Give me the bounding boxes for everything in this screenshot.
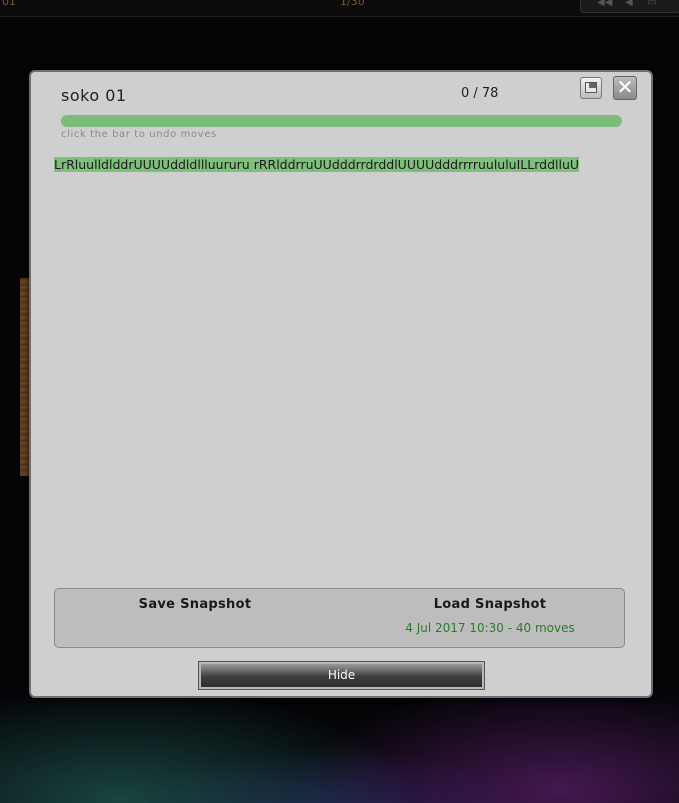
window-icon [585,82,597,93]
top-bar-level-text: 01 [2,0,16,8]
moves-sequence: LrRluulldlddrUUUUddldllluururu rRRlddrru… [54,157,580,172]
top-bar: 01 1/30 ◀◀ ◀ ▭ [0,0,679,17]
close-button[interactable]: ✕ [613,76,637,100]
rewind-icon[interactable]: ◀◀ [597,0,612,8]
close-icon: ✕ [616,75,634,99]
undo-progress-bar[interactable] [61,115,622,127]
screen-icon[interactable]: ▭ [647,0,656,8]
load-snapshot-button[interactable]: Load Snapshot [395,597,585,612]
undo-hint: click the bar to undo moves [61,129,217,140]
save-snapshot-button[interactable]: Save Snapshot [115,597,275,612]
window-button[interactable] [580,77,602,99]
move-counter: 0 / 78 [461,86,499,101]
hide-button[interactable]: Hide [199,662,484,689]
moves-list: LrRluulldlddrUUUUddldllluururu rRRlddrru… [54,157,622,173]
snapshot-panel: Save Snapshot Load Snapshot 4 Jul 2017 1… [54,588,625,648]
back-icon[interactable]: ◀ [625,0,633,8]
top-bar-controls: ◀◀ ◀ ▭ [580,0,679,13]
snapshot-info: 4 Jul 2017 10:30 - 40 moves [405,621,575,635]
moves-dialog: soko 01 0 / 78 ✕ click the bar to undo m… [29,70,653,698]
level-name: soko 01 [61,86,127,105]
top-bar-page-text: 1/30 [340,0,365,8]
